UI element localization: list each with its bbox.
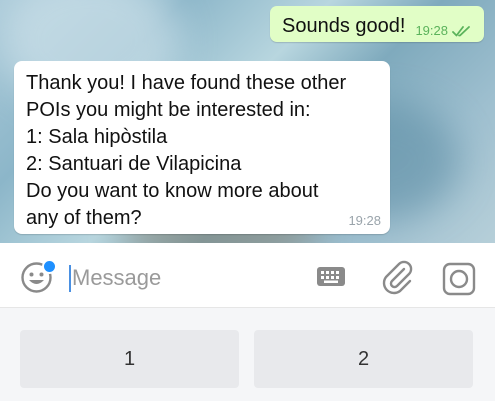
notification-dot bbox=[42, 259, 57, 274]
keyboard-icon[interactable] bbox=[316, 265, 346, 289]
keyboard-button-2[interactable]: 2 bbox=[254, 330, 473, 388]
incoming-message-time: 19:28 bbox=[348, 213, 381, 228]
outgoing-message-meta: 19:28 bbox=[415, 23, 472, 38]
incoming-message[interactable]: Thank you! I have found these other POIs… bbox=[14, 61, 390, 234]
incoming-message-line: any of them? bbox=[26, 207, 142, 229]
double-check-icon bbox=[452, 25, 470, 36]
chat-area[interactable]: Sounds good! 19:28 Thank you! I have fou… bbox=[0, 0, 495, 243]
outgoing-message[interactable]: Sounds good! 19:28 bbox=[270, 6, 484, 42]
incoming-message-line: POIs you might be interested in: bbox=[26, 99, 311, 121]
incoming-message-line: Do you want to know more about bbox=[26, 180, 319, 202]
keyboard-button-1[interactable]: 1 bbox=[20, 330, 239, 388]
message-input-bar bbox=[0, 243, 495, 308]
incoming-message-line: 1: Sala hipòstila bbox=[26, 126, 168, 148]
paperclip-icon[interactable] bbox=[380, 259, 414, 295]
outgoing-message-text: Sounds good! bbox=[282, 15, 406, 37]
bot-keyboard: 1 2 bbox=[0, 308, 495, 401]
outgoing-message-time: 19:28 bbox=[415, 23, 448, 38]
incoming-message-line: 2: Santuari de Vilapicina bbox=[26, 153, 242, 175]
text-cursor bbox=[69, 265, 71, 292]
message-input[interactable] bbox=[72, 263, 292, 293]
incoming-message-line: Thank you! I have found these other bbox=[26, 72, 347, 94]
camera-icon[interactable] bbox=[441, 261, 477, 297]
